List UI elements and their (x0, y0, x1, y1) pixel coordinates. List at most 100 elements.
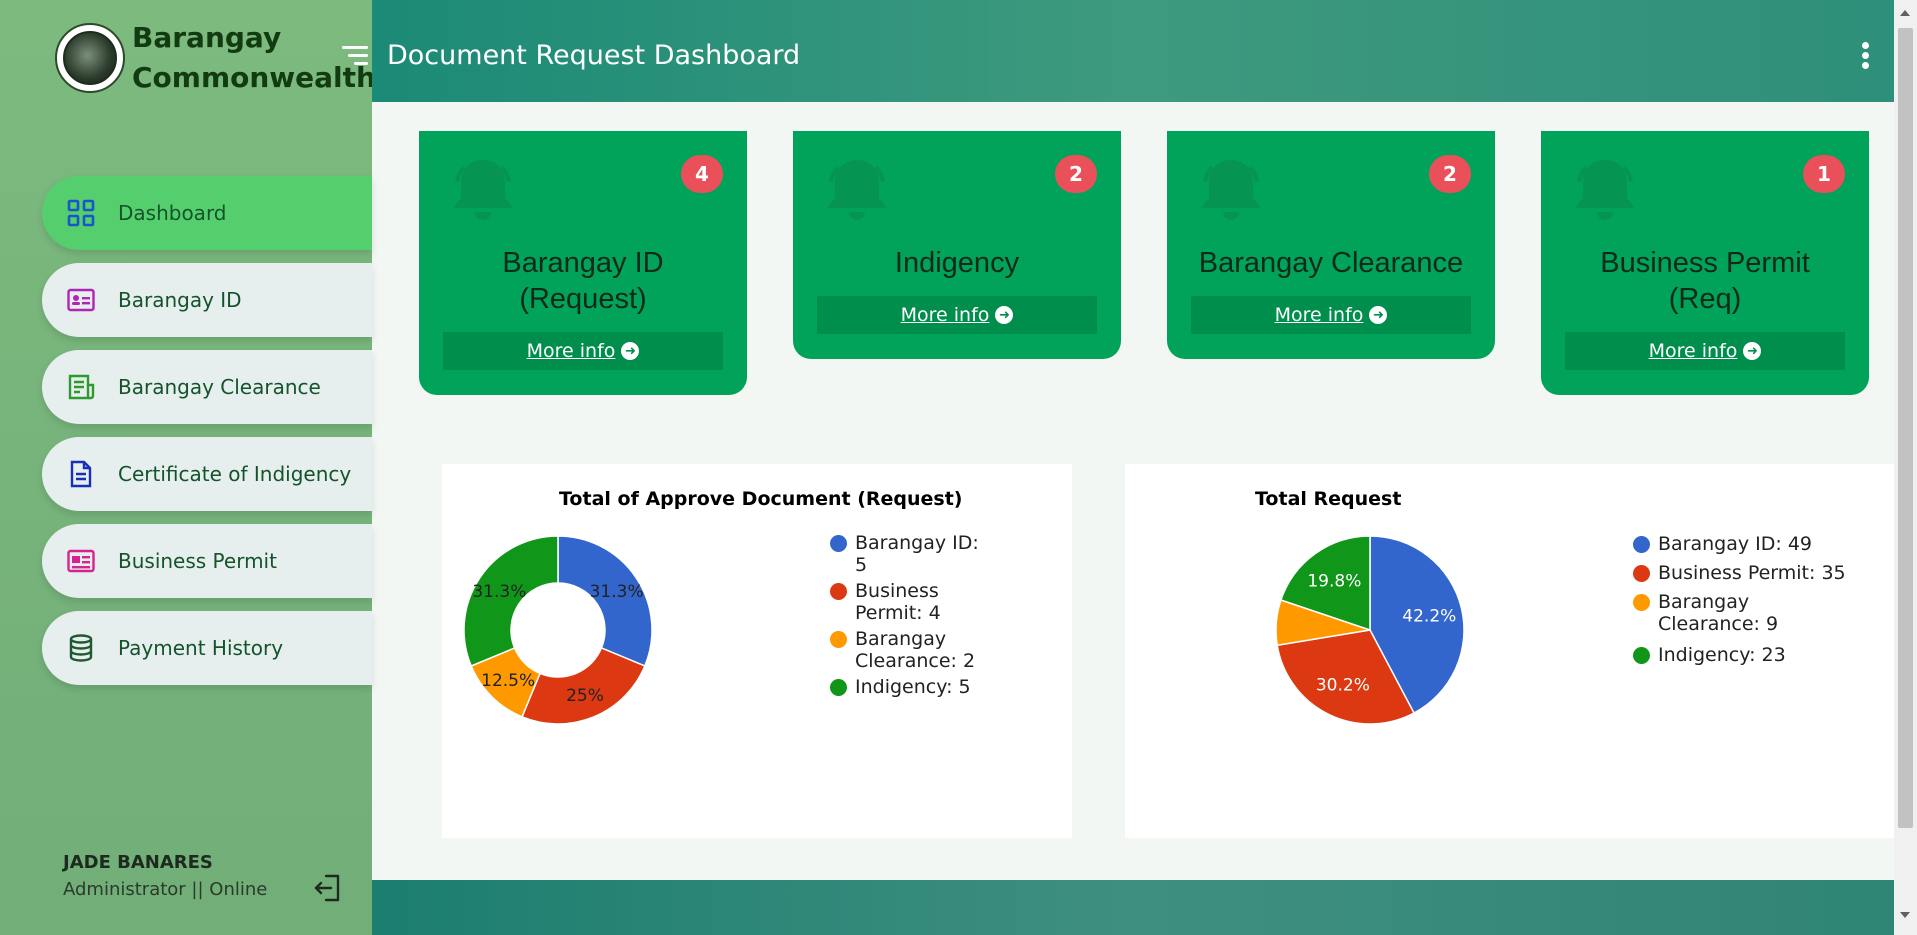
sidebar-nav: Dashboard Barangay ID Barangay Clearance (42, 176, 372, 698)
legend-line: Clearance: 2 (855, 650, 976, 672)
menu-toggle-icon[interactable] (342, 46, 368, 66)
legend-swatch (830, 583, 847, 600)
page-title: Document Request Dashboard (387, 40, 801, 71)
id-card-icon (66, 285, 96, 315)
brand-line-1: Barangay (132, 21, 282, 54)
legend-line: Barangay ID: 49 (1658, 533, 1813, 555)
card-indigency: 2 Indigency More info ➜ (793, 131, 1121, 359)
approved-documents-chart-panel: Total of Approve Document (Request) 31.3… (442, 464, 1072, 838)
slice-percent-label: 19.8% (1307, 571, 1361, 591)
more-info-link[interactable]: More info ➜ (443, 332, 723, 370)
barangay-seal-logo (55, 23, 125, 93)
top-header: Document Request Dashboard (372, 0, 1894, 102)
card-barangay-clearance: 2 Barangay Clearance More info ➜ (1167, 131, 1495, 359)
slice-percent-label: 31.3% (590, 582, 644, 602)
permit-card-icon (66, 546, 96, 576)
legend-swatch (830, 679, 847, 696)
legend-swatch (1633, 647, 1650, 664)
legend-swatch (1633, 536, 1650, 553)
legend-swatch (1633, 594, 1650, 611)
sidebar-item-business-permit[interactable]: Business Permit (42, 524, 372, 598)
legend-swatch (830, 535, 847, 552)
legend-line: Business Permit: 35 (1658, 562, 1846, 584)
card-title: Barangay ID (Request) (419, 245, 747, 317)
sidebar-item-barangay-clearance[interactable]: Barangay Clearance (42, 350, 372, 424)
card-title-line-1: Indigency (894, 247, 1020, 279)
brand-name: Barangay Commonwealth (132, 18, 376, 98)
legend-swatch (1633, 565, 1650, 582)
arrow-right-circle-icon: ➜ (995, 306, 1014, 324)
kebab-menu-icon[interactable] (1862, 42, 1872, 70)
grid-icon (66, 198, 96, 228)
legend-line: Indigency: 5 (855, 676, 971, 698)
sidebar-item-barangay-id[interactable]: Barangay ID (42, 263, 372, 337)
slice-percent-label: 30.2% (1316, 676, 1370, 696)
card-barangay-id: 4 Barangay ID (Request) More info ➜ (419, 131, 747, 395)
vertical-scrollbar[interactable] (1894, 0, 1917, 935)
legend-item-indigency: Indigency: 5 (830, 676, 971, 698)
more-info-link[interactable]: More info ➜ (1565, 332, 1845, 370)
more-info-label: More info (900, 304, 990, 326)
slice-percent-label: 42.2% (1402, 606, 1456, 626)
sidebar-item-label: Barangay ID (118, 288, 242, 312)
user-info: JADE BANARES Administrator || Online (63, 852, 267, 900)
sidebar-item-label: Business Permit (118, 549, 277, 573)
bell-icon (453, 160, 513, 220)
scroll-down-arrow-icon[interactable] (1900, 912, 1910, 918)
more-info-label: More info (526, 340, 616, 362)
bell-icon (827, 160, 887, 220)
count-badge: 1 (1803, 155, 1845, 193)
legend-line: Clearance: 9 (1658, 613, 1779, 635)
sidebar-item-certificate-of-indigency[interactable]: Certificate of Indigency (42, 437, 372, 511)
legend-item-barangay-clearance: Barangay Clearance: 2 (830, 628, 975, 672)
legend-line: Barangay ID: (855, 532, 979, 554)
sidebar-item-label: Barangay Clearance (118, 375, 321, 399)
total-request-chart-panel: Total Request 42.2% 30.2% 19.8% Barangay I… (1125, 464, 1894, 838)
sidebar-item-label: Certificate of Indigency (118, 462, 352, 486)
card-business-permit: 1 Business Permit (Req) More info ➜ (1541, 131, 1869, 395)
brand-line-2: Commonwealth (132, 61, 376, 94)
arrow-right-circle-icon: ➜ (1743, 342, 1762, 360)
slice-percent-label: 12.5% (481, 671, 535, 691)
legend-item-barangay-id: Barangay ID: 5 (830, 532, 979, 576)
more-info-label: More info (1274, 304, 1364, 326)
card-title-line-2: (Req) (1668, 283, 1742, 315)
legend-line: Barangay (1658, 591, 1750, 613)
more-info-link[interactable]: More info ➜ (1191, 296, 1471, 334)
user-name: JADE BANARES (63, 852, 213, 873)
card-title: Indigency (793, 245, 1121, 281)
database-icon (66, 633, 96, 663)
slice-percent-label: 25% (566, 686, 604, 706)
scroll-thumb[interactable] (1898, 28, 1913, 828)
legend-line: Business (855, 580, 939, 602)
legend-line: Permit: 4 (855, 602, 941, 624)
count-badge: 4 (681, 155, 723, 193)
legend-item-barangay-clearance: Barangay Clearance: 9 (1633, 591, 1778, 635)
more-info-link[interactable]: More info ➜ (817, 296, 1097, 334)
logout-icon[interactable] (312, 872, 344, 904)
footer-bar (372, 880, 1894, 935)
arrow-right-circle-icon: ➜ (1369, 306, 1388, 324)
sidebar-item-label: Dashboard (118, 201, 227, 225)
bell-icon (1201, 160, 1261, 220)
card-title: Barangay Clearance (1167, 245, 1495, 281)
scroll-up-arrow-icon[interactable] (1900, 10, 1910, 16)
user-role: Administrator || Online (63, 879, 268, 900)
card-title-line-1: Barangay ID (502, 247, 664, 279)
document-icon (66, 459, 96, 489)
slice-percent-label: 31.3% (472, 582, 526, 602)
bell-icon (1575, 160, 1635, 220)
legend-item-indigency: Indigency: 23 (1633, 644, 1786, 666)
sidebar-item-label: Payment History (118, 636, 284, 660)
sidebar-item-dashboard[interactable]: Dashboard (42, 176, 372, 250)
sidebar-item-payment-history[interactable]: Payment History (42, 611, 372, 685)
legend-swatch (830, 631, 847, 648)
card-title-line-2: (Request) (519, 283, 647, 315)
legend-line: Indigency: 23 (1658, 644, 1786, 666)
card-title: Business Permit (Req) (1541, 245, 1869, 317)
arrow-right-circle-icon: ➜ (621, 342, 640, 360)
brand: Barangay Commonwealth (55, 18, 376, 98)
count-badge: 2 (1055, 155, 1097, 193)
legend-item-business-permit: Business Permit: 35 (1633, 562, 1846, 584)
card-title-line-1: Business Permit (1600, 247, 1810, 279)
